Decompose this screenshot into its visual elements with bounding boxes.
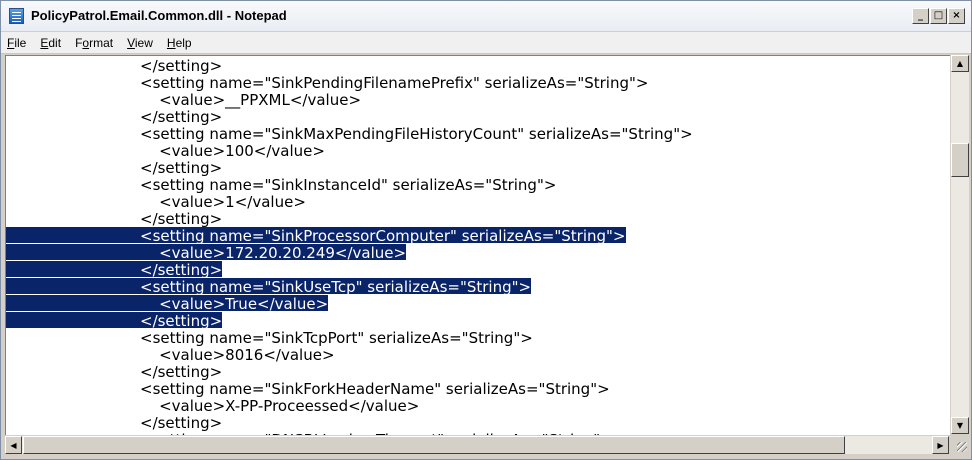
code-line: <value>X-PP-Proceessed</value> [140, 397, 420, 415]
code-line: </setting> [140, 57, 223, 75]
code-line: <setting name="DNSBLLookupTimeout" seria… [140, 431, 613, 435]
code-line: <setting name="SinkInstanceId" serialize… [140, 176, 557, 194]
selection-band [6, 244, 140, 260]
menu-edit[interactable]: Edit [34, 36, 69, 50]
selection-band [6, 227, 140, 243]
code-line-selected: <value>True</value> [140, 295, 329, 313]
code-line-selected: <setting name="SinkProcessorComputer" se… [140, 227, 626, 245]
selection-band [6, 312, 140, 328]
code-line: <setting name="SinkMaxPendingFileHistory… [140, 125, 693, 143]
notepad-window: PolicyPatrol.Email.Common.dll - Notepad … [0, 0, 972, 460]
title-bar[interactable]: PolicyPatrol.Email.Common.dll - Notepad … [1, 1, 971, 32]
caption-buttons: _ □ × [912, 8, 965, 26]
menu-view-post: iew [134, 35, 153, 50]
code-line-selected: </setting> [140, 261, 223, 279]
code-line: </setting> [140, 159, 223, 177]
scroll-up-button[interactable]: ▲ [951, 55, 969, 72]
selection-band [6, 295, 140, 311]
selection-band [6, 261, 140, 277]
code-line: <setting name="SinkTcpPort" serializeAs=… [140, 329, 533, 347]
scroll-left-button[interactable]: ◀ [5, 436, 22, 454]
menu-file[interactable]: File [1, 36, 34, 50]
code-line: </setting> [140, 210, 223, 228]
menu-bar: File Edit Format View Help [1, 32, 971, 54]
menu-file-post: ile [14, 35, 27, 50]
selection-band [6, 278, 140, 294]
code-line: <setting name="SinkForkHeaderName" seria… [140, 380, 610, 398]
code-line: <value>1</value> [140, 193, 306, 211]
code-line-selected: <value>172.20.20.249</value> [140, 244, 407, 262]
vertical-scroll-thumb[interactable] [951, 143, 969, 177]
code-line-selected: </setting> [140, 312, 223, 330]
code-line: <value>__PPXML</value> [140, 91, 362, 109]
menu-help[interactable]: Help [161, 36, 200, 50]
window-title: PolicyPatrol.Email.Common.dll - Notepad [31, 8, 287, 23]
menu-help-key: H [166, 35, 176, 50]
minimize-button[interactable]: _ [912, 8, 929, 24]
code-line-selected: <setting name="SinkUseTcp" serializeAs="… [140, 278, 532, 296]
scroll-down-button[interactable]: ▼ [951, 417, 969, 434]
scroll-right-button[interactable]: ▶ [932, 436, 949, 454]
code-line: </setting> [140, 414, 223, 432]
code-line: <value>100</value> [140, 142, 325, 160]
resize-grip[interactable] [951, 436, 969, 454]
vertical-scrollbar[interactable]: ▲ ▼ [951, 55, 969, 434]
horizontal-scroll-thumb[interactable] [23, 436, 845, 454]
maximize-button[interactable]: □ [930, 8, 947, 24]
code-line: </setting> [140, 363, 223, 381]
menu-view-key: V [127, 35, 135, 50]
code-line: </setting> [140, 108, 223, 126]
menu-format-post: rmat [89, 35, 114, 50]
text-editor[interactable]: </setting> <setting name="SinkPendingFile… [5, 55, 950, 435]
code-line: <setting name="SinkPendingFilenamePrefix… [140, 74, 649, 92]
horizontal-scrollbar[interactable]: ◀ ▶ [5, 436, 949, 454]
notepad-icon[interactable] [9, 8, 24, 24]
menu-edit-post: dit [48, 35, 62, 50]
close-button[interactable]: × [948, 8, 965, 24]
menu-view[interactable]: View [121, 36, 161, 50]
menu-help-post: elp [175, 35, 192, 50]
menu-format[interactable]: Format [69, 36, 121, 50]
code-line: <value>8016</value> [140, 346, 335, 364]
